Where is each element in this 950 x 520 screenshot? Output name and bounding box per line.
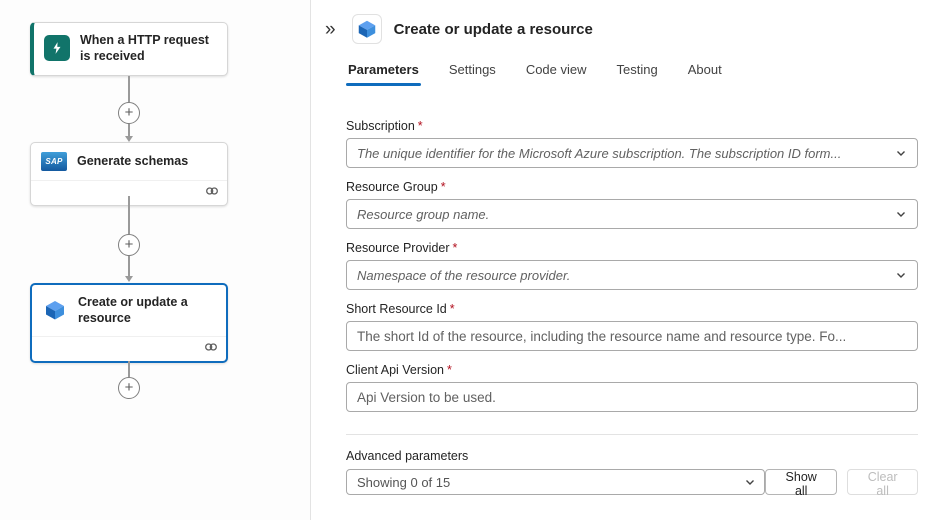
node-body: Create or update a resource xyxy=(32,285,226,336)
connector-line xyxy=(128,256,130,276)
arrow-down-icon xyxy=(125,276,133,282)
tab-parameters[interactable]: Parameters xyxy=(346,62,421,86)
connection-link-icon xyxy=(205,183,219,201)
collapse-panel-icon[interactable]: » xyxy=(321,18,340,41)
advanced-parameters-label: Advanced parameters xyxy=(346,449,918,463)
required-asterisk: * xyxy=(418,119,423,133)
workflow-canvas[interactable]: When a HTTP request is received + SAP Ge… xyxy=(0,0,310,520)
node-title: Create or update a resource xyxy=(78,294,216,327)
chevron-down-icon xyxy=(744,476,756,488)
required-asterisk: * xyxy=(447,363,452,377)
action-details-panel: » Create or update a resource Parameters… xyxy=(310,0,950,520)
node-title: Generate schemas xyxy=(77,153,188,169)
required-asterisk: * xyxy=(450,302,455,316)
clear-all-button[interactable]: Clear all xyxy=(847,469,918,495)
connector: + xyxy=(117,76,141,142)
chevron-down-icon xyxy=(895,269,907,281)
short-resource-id-input[interactable] xyxy=(346,321,918,351)
client-api-version-input[interactable] xyxy=(346,382,918,412)
node-body: SAP Generate schemas xyxy=(31,143,227,180)
field-label: Resource Group* xyxy=(346,180,918,194)
subscription-combobox[interactable]: The unique identifier for the Microsoft … xyxy=(346,138,918,168)
resource-group-combobox[interactable]: Resource group name. xyxy=(346,199,918,229)
connector-line xyxy=(128,196,130,234)
tab-about[interactable]: About xyxy=(686,62,724,86)
field-label-text: Resource Group xyxy=(346,180,438,194)
parameters-form: Subscription* The unique identifier for … xyxy=(346,119,918,495)
connector: + xyxy=(117,196,141,282)
field-label-text: Resource Provider xyxy=(346,241,450,255)
node-title: When a HTTP request is received xyxy=(80,32,217,65)
placeholder-text: Namespace of the resource provider. xyxy=(357,268,887,283)
connector-line xyxy=(128,124,130,136)
node-footer xyxy=(32,336,226,361)
panel-title: Create or update a resource xyxy=(394,21,593,38)
field-subscription: Subscription* The unique identifier for … xyxy=(346,119,918,168)
field-resource-group: Resource Group* Resource group name. xyxy=(346,180,918,229)
field-resource-provider: Resource Provider* Namespace of the reso… xyxy=(346,241,918,290)
connector-line xyxy=(128,361,130,377)
node-body: When a HTTP request is received xyxy=(34,23,227,74)
field-label: Short Resource Id* xyxy=(346,302,918,316)
field-label-text: Subscription xyxy=(346,119,415,133)
field-label-text: Short Resource Id xyxy=(346,302,447,316)
chevron-down-icon xyxy=(895,147,907,159)
advanced-summary-text: Showing 0 of 15 xyxy=(357,475,744,490)
field-label-text: Client Api Version xyxy=(346,363,444,377)
field-label: Subscription* xyxy=(346,119,918,133)
show-all-button[interactable]: Show all xyxy=(765,469,837,495)
tab-bar: Parameters Settings Code view Testing Ab… xyxy=(346,62,950,86)
field-label: Client Api Version* xyxy=(346,363,918,377)
insert-step-button[interactable]: + xyxy=(118,234,140,256)
azure-resource-icon xyxy=(352,14,382,44)
add-action-button[interactable]: + xyxy=(118,377,140,399)
section-divider xyxy=(346,434,918,435)
panel-header: » Create or update a resource xyxy=(311,14,950,44)
required-asterisk: * xyxy=(441,180,446,194)
insert-step-button[interactable]: + xyxy=(118,102,140,124)
azure-resource-icon xyxy=(42,297,68,323)
node-http-request-trigger[interactable]: When a HTTP request is received xyxy=(30,22,228,76)
connector-line xyxy=(128,76,130,102)
app-window: When a HTTP request is received + SAP Ge… xyxy=(0,0,950,520)
tab-code-view[interactable]: Code view xyxy=(524,62,589,86)
tab-testing[interactable]: Testing xyxy=(615,62,660,86)
field-label: Resource Provider* xyxy=(346,241,918,255)
connection-link-icon xyxy=(204,339,218,357)
http-request-icon xyxy=(44,35,70,61)
placeholder-text: Resource group name. xyxy=(357,207,887,222)
required-asterisk: * xyxy=(453,241,458,255)
placeholder-text: The unique identifier for the Microsoft … xyxy=(357,146,887,161)
sap-icon: SAP xyxy=(41,152,67,171)
advanced-parameters-dropdown[interactable]: Showing 0 of 15 xyxy=(346,469,765,495)
advanced-buttons: Show all Clear all xyxy=(765,469,918,495)
resource-provider-combobox[interactable]: Namespace of the resource provider. xyxy=(346,260,918,290)
advanced-parameters-row: Showing 0 of 15 Show all Clear all xyxy=(346,469,918,495)
chevron-down-icon xyxy=(895,208,907,220)
field-client-api-version: Client Api Version* xyxy=(346,363,918,412)
connector: + xyxy=(117,361,141,399)
tab-settings[interactable]: Settings xyxy=(447,62,498,86)
field-short-resource-id: Short Resource Id* xyxy=(346,302,918,351)
node-create-or-update-resource[interactable]: Create or update a resource xyxy=(30,283,228,363)
